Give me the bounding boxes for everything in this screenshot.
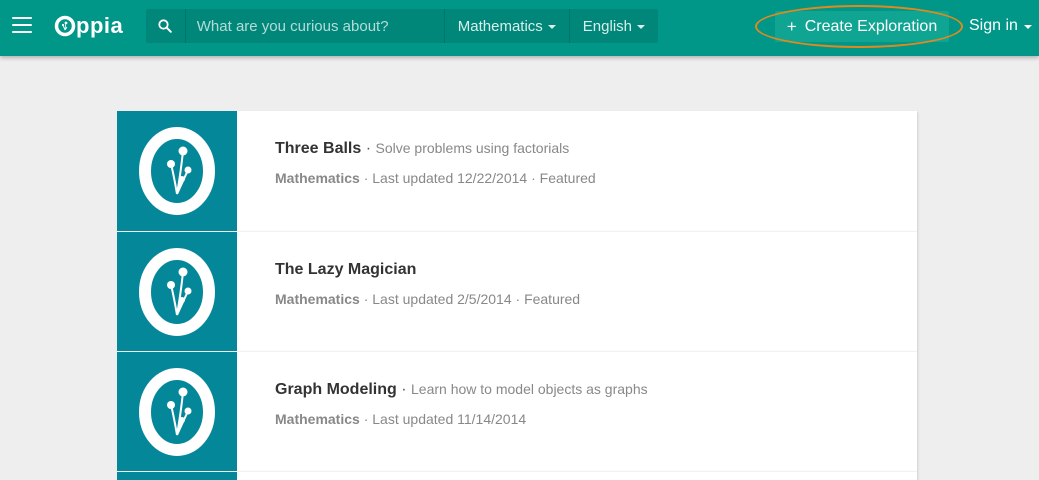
search-input[interactable] <box>185 9 444 43</box>
language-dropdown[interactable]: English <box>568 9 658 43</box>
exploration-last-updated: Last updated 11/14/2014 <box>372 411 527 427</box>
meta-separator: · <box>363 291 369 307</box>
search-bar: Mathematics English <box>146 9 658 43</box>
exploration-last-updated: Last updated 2/5/2014 <box>372 291 512 307</box>
exploration-card[interactable]: The Lazy Magician Mathematics · Last upd… <box>117 231 917 352</box>
meta-separator: · <box>363 170 369 186</box>
meta-separator: · <box>515 291 521 307</box>
exploration-thumbnail <box>117 472 237 480</box>
exploration-objective: Learn how to model objects as graphs <box>411 381 648 397</box>
logo-text: ppia <box>76 13 124 38</box>
title-separator: · <box>365 140 372 157</box>
exploration-category: Mathematics <box>275 411 360 427</box>
language-dropdown-label: English <box>582 17 632 35</box>
meta-separator: · <box>363 411 369 427</box>
category-dropdown-label: Mathematics <box>457 17 543 35</box>
oppia-logo-icon <box>54 15 76 37</box>
exploration-last-updated: Last updated 12/22/2014 <box>372 170 528 186</box>
exploration-objective: Solve problems using factorials <box>375 140 570 156</box>
menu-icon[interactable] <box>12 17 32 33</box>
exploration-category: Mathematics <box>275 291 360 307</box>
signin-label: Sign in <box>969 17 1018 34</box>
featured-badge: Featured <box>524 291 581 307</box>
oppia-thumbnail-icon <box>139 127 215 215</box>
chevron-down-icon <box>1023 25 1032 29</box>
exploration-card[interactable]: Three Balls · Solve problems using facto… <box>117 111 917 231</box>
exploration-category: Mathematics <box>275 170 360 186</box>
search-icon[interactable] <box>146 9 186 43</box>
chevron-down-icon <box>547 25 556 29</box>
meta-separator: · <box>531 170 536 186</box>
exploration-thumbnail <box>117 352 237 472</box>
exploration-thumbnail <box>117 111 237 231</box>
signin-dropdown[interactable]: Sign in <box>969 17 1032 35</box>
oppia-thumbnail-icon <box>139 368 215 456</box>
exploration-list: Three Balls · Solve problems using facto… <box>117 111 917 480</box>
exploration-thumbnail <box>117 232 237 352</box>
exploration-card[interactable] <box>117 471 917 480</box>
title-separator: · <box>401 381 407 398</box>
plus-icon: + <box>786 16 797 36</box>
exploration-card[interactable]: Graph Modeling · Learn how to model obje… <box>117 351 917 472</box>
top-navbar: ppia Mathematics English + Create Explor… <box>0 0 1039 56</box>
category-dropdown[interactable]: Mathematics <box>443 9 569 43</box>
oppia-thumbnail-icon <box>139 248 215 336</box>
create-exploration-label: Create Exploration <box>804 17 938 35</box>
chevron-down-icon <box>637 25 645 29</box>
exploration-title[interactable]: Three Balls <box>275 140 361 157</box>
oppia-logo[interactable]: ppia <box>54 11 123 41</box>
featured-badge: Featured <box>539 170 596 186</box>
exploration-card-body: Graph Modeling · Learn how to model obje… <box>275 381 907 427</box>
exploration-title[interactable]: Graph Modeling <box>275 381 397 398</box>
create-exploration-button[interactable]: + Create Exploration <box>775 11 949 42</box>
exploration-card-body: Three Balls · Solve problems using facto… <box>275 140 907 186</box>
exploration-title[interactable]: The Lazy Magician <box>275 261 416 278</box>
exploration-card-body: The Lazy Magician Mathematics · Last upd… <box>275 261 907 307</box>
